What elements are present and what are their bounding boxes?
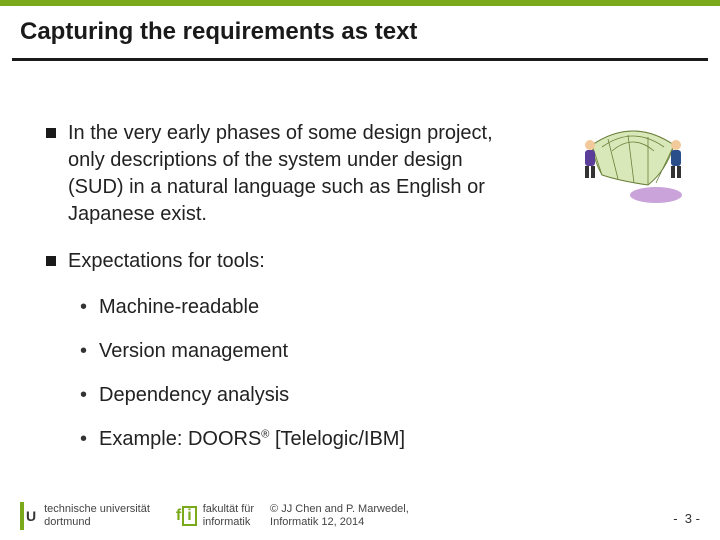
fi-logo-icon: fi: [176, 506, 197, 526]
footer: U technische universität dortmund fi fak…: [20, 502, 700, 530]
bullet-item: Expectations for tools:: [46, 248, 674, 275]
footer-copy-line2: Informatik 12, 2014: [270, 516, 409, 529]
sub-bullet-item: • Example: DOORS® [Telelogic/IBM]: [80, 427, 674, 451]
title-area: Capturing the requirements as text: [20, 18, 700, 46]
page-num: 3: [685, 511, 692, 526]
sub-bullet-text: Machine-readable: [99, 295, 259, 319]
sub-bullet-item: • Machine-readable: [80, 295, 674, 319]
sub-bullet-text: Dependency analysis: [99, 383, 289, 407]
dot-bullet-icon: •: [80, 383, 87, 407]
page-suffix: -: [696, 511, 700, 526]
footer-uni-line1: technische universität: [44, 503, 150, 516]
slide: Capturing the requirements as text In th…: [0, 0, 720, 540]
title-underline: [12, 58, 708, 61]
bullet-item: In the very early phases of some design …: [46, 120, 674, 228]
bullet-text: In the very early phases of some design …: [68, 120, 498, 228]
dot-bullet-icon: •: [80, 339, 87, 363]
tu-logo-icon: U: [20, 502, 36, 530]
footer-faculty: fakultät für informatik: [203, 503, 254, 529]
page-prefix: -: [673, 511, 677, 526]
slide-title: Capturing the requirements as text: [20, 18, 700, 46]
square-bullet-icon: [46, 256, 56, 266]
footer-uni-line2: dortmund: [44, 516, 150, 529]
dot-bullet-icon: •: [80, 427, 87, 451]
accent-bar: [0, 0, 720, 6]
sub-bullet-item: • Dependency analysis: [80, 383, 674, 407]
footer-copyright: © JJ Chen and P. Marwedel, Informatik 12…: [270, 503, 409, 529]
content-area: In the very early phases of some design …: [46, 120, 674, 471]
sub-bullet-text: Version management: [99, 339, 288, 363]
page-number: - 3 -: [673, 511, 700, 526]
footer-fak-line2: informatik: [203, 516, 254, 529]
sub-bullet-text: Example: DOORS® [Telelogic/IBM]: [99, 427, 405, 451]
bullet-text: Expectations for tools:: [68, 248, 265, 275]
dot-bullet-icon: •: [80, 295, 87, 319]
footer-university: technische universität dortmund: [44, 503, 150, 529]
footer-fak-line1: fakultät für: [203, 503, 254, 516]
footer-copy-line1: © JJ Chen and P. Marwedel,: [270, 503, 409, 516]
sub-bullet-item: • Version management: [80, 339, 674, 363]
square-bullet-icon: [46, 128, 56, 138]
sub-bullet-list: • Machine-readable • Version management …: [80, 295, 674, 451]
